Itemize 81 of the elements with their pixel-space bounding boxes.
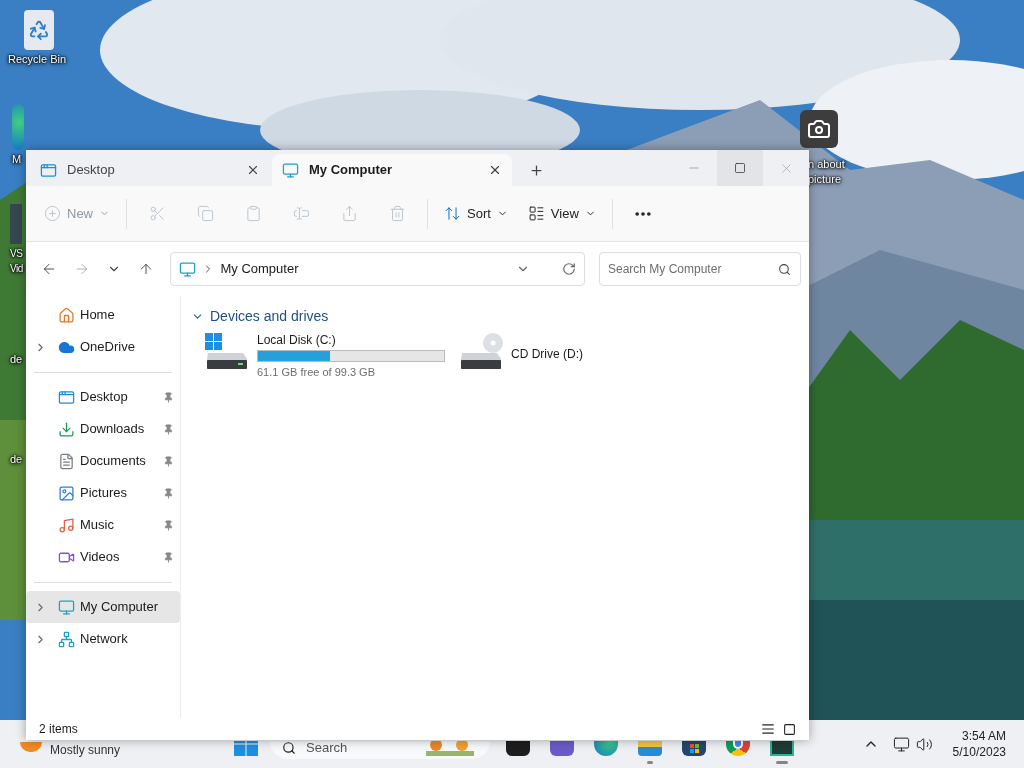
sidebar-item[interactable]: OneDrive: [26, 331, 180, 363]
sidebar-item[interactable]: Downloads: [26, 413, 180, 445]
close-icon[interactable]: [246, 163, 260, 177]
desktop-icon-label: VS Vid: [10, 247, 23, 276]
sidebar-item[interactable]: Pictures: [26, 477, 180, 509]
tiles-view-button[interactable]: [783, 722, 796, 736]
taskbar-search-field[interactable]: Search: [270, 741, 490, 759]
start-icon[interactable]: [234, 741, 258, 756]
monitor-icon: [282, 161, 299, 179]
address-bar[interactable]: My Computer: [170, 252, 585, 286]
sort-icon[interactable]: [444, 205, 461, 222]
sidebar-label: Home: [80, 306, 116, 325]
search-icon[interactable]: [282, 741, 296, 755]
drive-item[interactable]: Local Disk (C:) 61.1 GB free of 99.3 GB: [205, 330, 445, 378]
sidebar-label: Videos: [80, 548, 121, 567]
monitor-icon: [58, 598, 75, 616]
desktop-icon-label: de: [10, 352, 23, 367]
download-icon: [58, 420, 75, 438]
store-app-icon[interactable]: [682, 741, 706, 756]
close-icon[interactable]: [488, 163, 502, 177]
recycle-bin-icon[interactable]: [24, 10, 54, 50]
sidebar-item[interactable]: Documents: [26, 445, 180, 477]
cd-drive-icon: [459, 333, 503, 371]
tab[interactable]: My Computer: [272, 154, 512, 186]
desktop-icon-label: M: [12, 152, 22, 167]
maximize-icon[interactable]: [734, 162, 746, 174]
camera-icon[interactable]: [807, 117, 831, 141]
weather-icon[interactable]: [20, 742, 42, 752]
terminal-app-icon[interactable]: [506, 741, 530, 756]
list-view-icon[interactable]: [527, 205, 545, 222]
plus-icon[interactable]: [528, 162, 544, 178]
monitor-icon: [179, 260, 197, 278]
tab[interactable]: Desktop: [30, 154, 270, 186]
details-view-button[interactable]: [761, 722, 775, 736]
sidebar-label: OneDrive: [80, 338, 136, 357]
edge-shortcut-icon[interactable]: [12, 104, 24, 150]
search-field[interactable]: Search My Computer: [599, 252, 801, 286]
sort-button[interactable]: Sort: [434, 197, 518, 230]
drive-name: Local Disk (C:): [257, 332, 337, 348]
sidebar-item[interactable]: Desktop: [26, 381, 180, 413]
drive-item[interactable]: CD Drive (D:): [459, 330, 699, 378]
desktop-icon: [58, 388, 75, 406]
network-icon[interactable]: [892, 735, 910, 753]
sidebar-item[interactable]: My Computer: [26, 591, 180, 623]
weather-text[interactable]: Mostly sunny: [50, 741, 121, 759]
sidebar-label: Documents: [80, 452, 147, 471]
desktop-icon-label: de: [10, 452, 23, 467]
sidebar-label: My Computer: [80, 598, 160, 617]
status-text: 2 items: [39, 721, 79, 738]
browser-app-icon[interactable]: [594, 741, 618, 756]
desktop-icon-label: Recycle Bin: [8, 52, 67, 67]
document-icon: [58, 452, 75, 470]
sidebar-label: Music: [80, 516, 115, 535]
sidebar-item[interactable]: Network: [26, 623, 180, 655]
sidebar-item[interactable]: Home: [26, 299, 180, 331]
clock[interactable]: 3:54 AM 5/10/2023: [952, 728, 1006, 760]
house-icon: [58, 306, 75, 324]
globe-app-icon[interactable]: [726, 741, 750, 756]
sidebar-item[interactable]: Videos: [26, 541, 180, 573]
refresh-icon[interactable]: [562, 262, 576, 276]
image-icon: [58, 484, 75, 502]
camera-button[interactable]: [800, 110, 838, 148]
desktop-icon-label: n about picture: [808, 157, 845, 187]
hard-drive-icon: [205, 333, 249, 371]
chat-app-icon[interactable]: [550, 741, 574, 756]
sidebar-label: Desktop: [80, 388, 129, 407]
folder-app-icon[interactable]: [638, 741, 662, 756]
drive-space: 61.1 GB free of 99.3 GB: [257, 365, 376, 380]
sidebar-label: Pictures: [80, 484, 128, 503]
music-icon: [58, 516, 75, 534]
volume-icon[interactable]: [915, 735, 933, 753]
sidebar-item[interactable]: Music: [26, 509, 180, 541]
drive-name: CD Drive (D:): [511, 346, 583, 362]
network-icon: [58, 630, 75, 648]
view-button[interactable]: View: [517, 197, 606, 230]
sidebar-label: Downloads: [80, 420, 146, 439]
sidebar-label: Network: [80, 630, 129, 649]
search-icon[interactable]: [778, 262, 791, 276]
group-header: Devices and drives: [210, 306, 329, 326]
desktop-icon: [40, 161, 57, 179]
media-app-icon[interactable]: [770, 741, 794, 756]
